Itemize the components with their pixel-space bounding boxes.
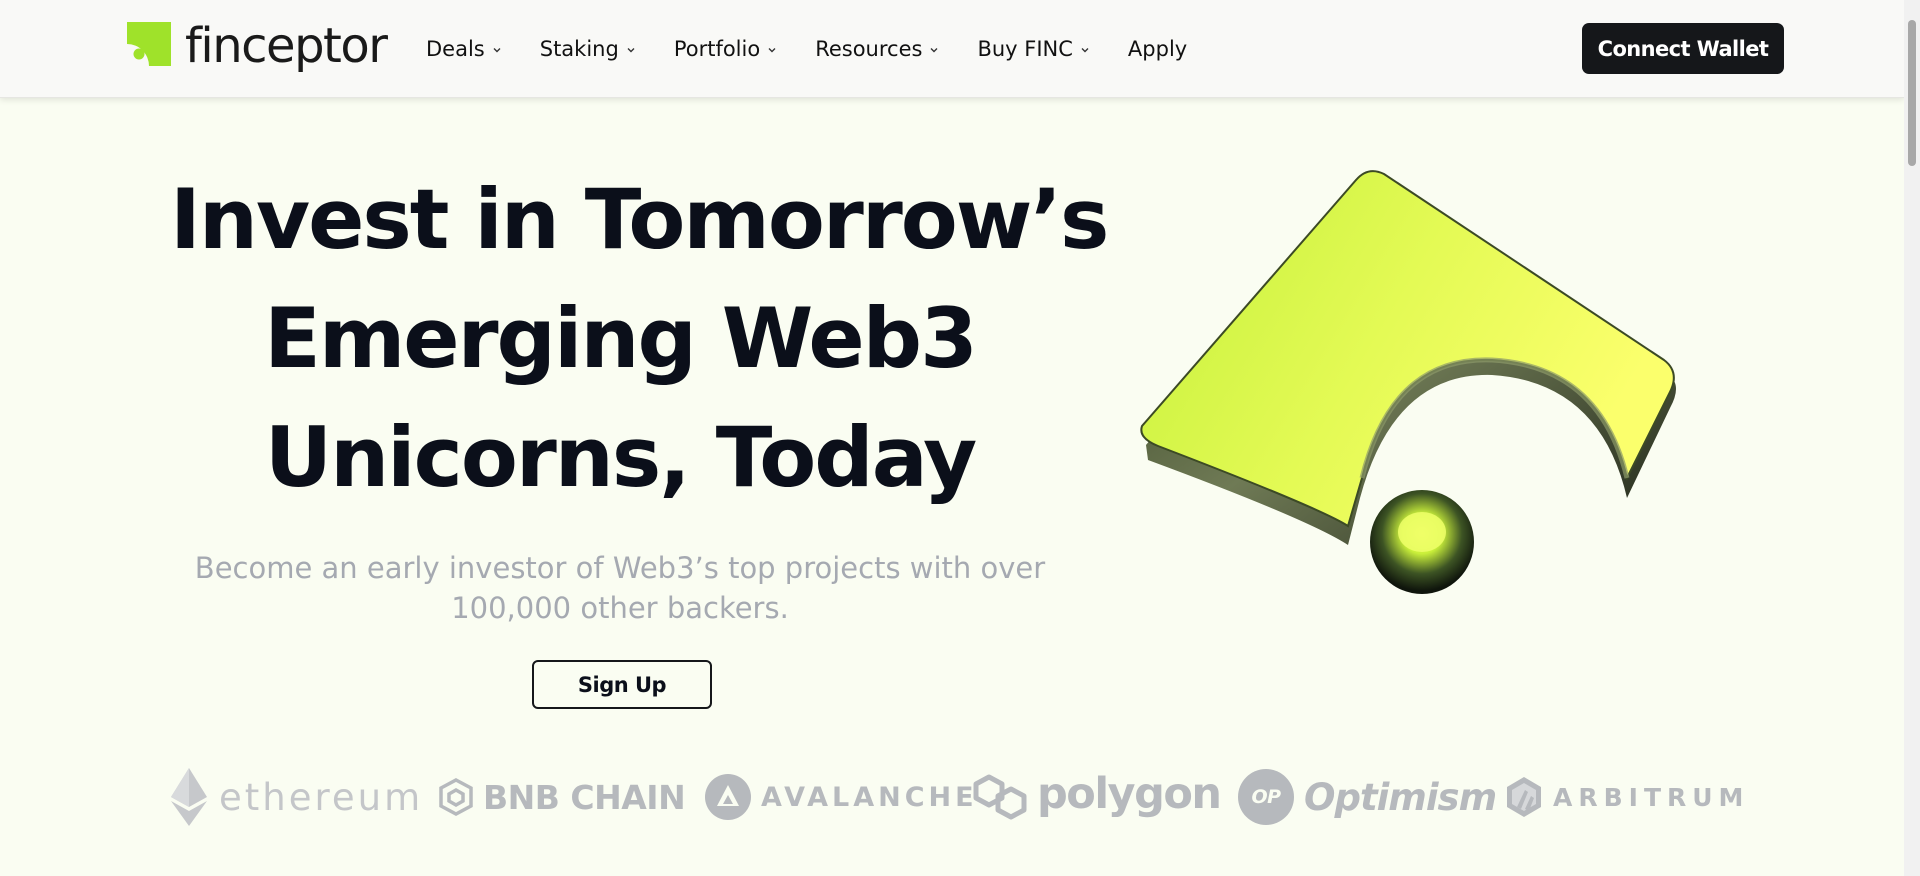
chain-name: ARBITRUM (1553, 782, 1750, 812)
supported-chains: ethereum BNB CHAIN AVALANCHE polygon OP … (165, 765, 1755, 829)
nav-item-portfolio[interactable]: Portfolio (674, 37, 778, 61)
hero-title-line: Emerging Web3 (264, 290, 978, 387)
bnb-chain-icon (439, 778, 473, 816)
nav-label: Portfolio (673, 37, 761, 61)
finceptor-logo[interactable]: finceptor (127, 18, 388, 76)
nav-item-apply[interactable]: Apply (1128, 37, 1187, 61)
chain-optimism[interactable]: OP Optimism (1238, 765, 1497, 829)
hero-subtitle: Become an early investor of Web3’s top p… (194, 551, 1046, 625)
nav-label: Resources (815, 37, 923, 61)
chain-bnb[interactable]: BNB CHAIN (437, 765, 686, 829)
chevron-down-icon (1081, 48, 1089, 53)
polygon-icon (973, 774, 1027, 820)
chain-name: ethereum (219, 775, 424, 819)
optimism-badge-text: OP (1251, 786, 1281, 808)
chevron-down-icon (493, 48, 501, 53)
sign-up-button[interactable]: Sign Up (532, 660, 712, 709)
hero-logo-illustration (1140, 170, 1676, 594)
hero-title-line: Invest in Tomorrow’s (170, 171, 1109, 268)
hero-title-line: Unicorns, Today (264, 409, 978, 506)
chain-name: Optimism (1304, 775, 1497, 819)
chevron-down-icon (768, 48, 776, 53)
arbitrum-icon (1507, 777, 1541, 817)
chevron-down-icon (930, 48, 938, 53)
chain-ethereum[interactable]: ethereum (171, 765, 423, 829)
chain-name: polygon (1037, 769, 1222, 819)
scrollbar-thumb[interactable] (1908, 20, 1916, 166)
avalanche-icon (705, 774, 751, 820)
hero-title: Invest in Tomorrow’s Emerging Web3 Unico… (170, 160, 1109, 517)
main-nav: Deals Staking Portfolio Resources Buy FI… (426, 0, 1187, 98)
finceptor-logo-icon (127, 22, 171, 66)
nav-label: Buy FINC (977, 37, 1073, 61)
chain-polygon[interactable]: polygon (973, 765, 1222, 829)
ethereum-icon (171, 768, 207, 826)
nav-label: Staking (539, 37, 619, 61)
brand-name: finceptor (185, 18, 388, 74)
nav-label: Deals (426, 37, 485, 61)
nav-item-deals[interactable]: Deals (426, 37, 503, 61)
nav-item-staking[interactable]: Staking (540, 37, 637, 61)
chain-name: AVALANCHE (761, 781, 978, 813)
nav-item-resources[interactable]: Resources (815, 37, 940, 61)
nav-label: Apply (1127, 37, 1188, 61)
chain-name: BNB CHAIN (483, 777, 686, 817)
page-scrollbar[interactable] (1904, 0, 1920, 876)
chevron-down-icon (627, 48, 635, 53)
nav-item-buy-finc[interactable]: Buy FINC (977, 37, 1090, 61)
connect-wallet-button[interactable]: Connect Wallet (1582, 23, 1784, 74)
chain-avalanche[interactable]: AVALANCHE (705, 765, 978, 829)
chain-arbitrum[interactable]: ARBITRUM (1505, 765, 1749, 829)
site-header: finceptor Deals Staking Portfolio Resour… (0, 0, 1904, 98)
